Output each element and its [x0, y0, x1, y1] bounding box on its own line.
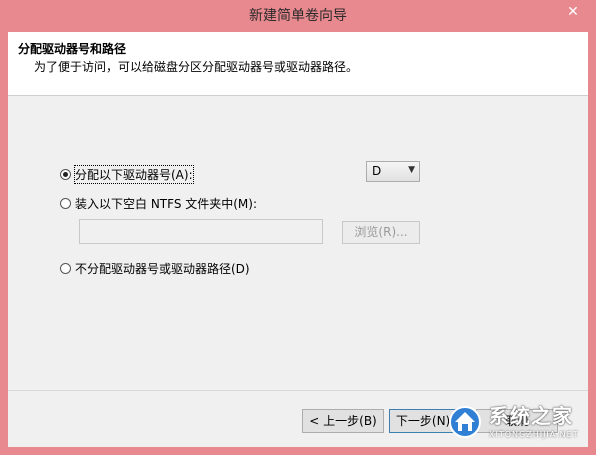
footer-divider [8, 390, 588, 391]
mount-folder-radio[interactable] [60, 197, 71, 209]
chevron-down-icon: ▼ [408, 165, 415, 175]
window-title: 新建简单卷向导 [249, 8, 347, 24]
option-assign-letter[interactable]: 分配以下驱动器号(A): [60, 164, 194, 184]
close-icon: ✕ [567, 4, 579, 20]
option-mount-folder[interactable]: 装入以下空白 NTFS 文件夹中(M): [60, 194, 257, 212]
no-assign-label[interactable]: 不分配驱动器号或驱动器路径(D) [75, 260, 250, 277]
back-button[interactable]: < 上一步(B) [302, 409, 384, 433]
cancel-button[interactable]: 取消 [476, 409, 558, 433]
assign-letter-label[interactable]: 分配以下驱动器号(A): [74, 164, 194, 184]
wizard-body: 分配驱动器号和路径 为了便于访问，可以给磁盘分区分配驱动器号或驱动器路径。 分配… [8, 32, 588, 447]
folder-path-input[interactable] [79, 219, 323, 244]
title-bar[interactable]: 新建简单卷向导 ✕ [0, 0, 596, 32]
wizard-header: 分配驱动器号和路径 为了便于访问，可以给磁盘分区分配驱动器号或驱动器路径。 [8, 32, 588, 96]
next-button[interactable]: 下一步(N) > [389, 409, 471, 433]
mount-folder-label[interactable]: 装入以下空白 NTFS 文件夹中(M): [75, 195, 257, 212]
no-assign-radio[interactable] [60, 262, 71, 274]
wizard-window: 新建简单卷向导 ✕ 分配驱动器号和路径 为了便于访问，可以给磁盘分区分配驱动器号… [0, 0, 596, 455]
assign-letter-radio[interactable] [60, 168, 71, 180]
close-button[interactable]: ✕ [558, 1, 588, 23]
browse-button[interactable]: 浏览(R)... [342, 221, 420, 244]
page-subtitle: 为了便于访问，可以给磁盘分区分配驱动器号或驱动器路径。 [34, 60, 359, 74]
option-no-assign[interactable]: 不分配驱动器号或驱动器路径(D) [60, 259, 250, 277]
page-title: 分配驱动器号和路径 [18, 42, 127, 56]
drive-letter-value: D [372, 164, 382, 178]
drive-letter-select[interactable]: D ▼ [366, 161, 420, 182]
